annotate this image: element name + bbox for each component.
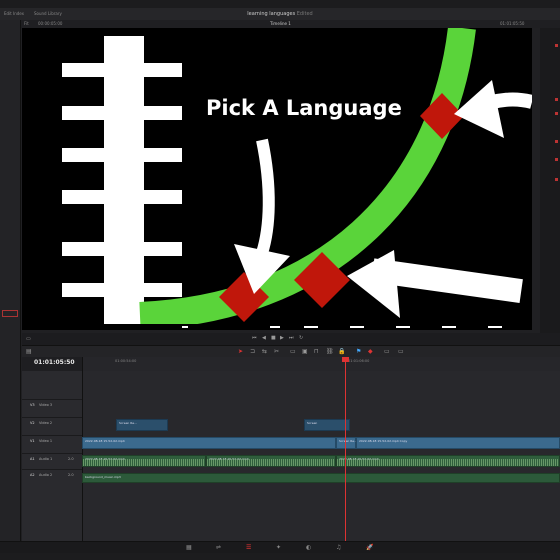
clip-a2[interactable]: background_music.mp3 (82, 473, 560, 483)
viewer-timecode: 01:01:05:50 (500, 21, 525, 26)
clip-a1[interactable]: 2022-08-18 15-52-02.mp4 (336, 455, 560, 467)
linked-selection-icon[interactable]: ⛓ (326, 348, 334, 355)
ruler-label: 01:01:06:00 (348, 359, 370, 363)
play-reverse-icon[interactable]: ◀ (262, 335, 266, 341)
zoom-in-icon[interactable]: ▭ (398, 348, 404, 355)
skip-back-icon[interactable]: ⏮ (252, 335, 257, 341)
transport-controls: ▭ ⏮ ◀ ■ ▶ ⏭ ↻ (22, 333, 560, 345)
trim-tool-icon[interactable]: ⊐ (250, 348, 255, 355)
clip-v1[interactable]: 2022-08-18 15-52-02.mp4 Copy (356, 437, 560, 449)
clip-area[interactable]: Screen Re… Screen 2022-08-18 15-52-02.mp… (82, 371, 560, 541)
overlay-title: Pick A Language (206, 96, 402, 120)
viewer-frame-graphic (22, 28, 532, 330)
track-header-v2[interactable]: V2 Video 2 (22, 417, 82, 436)
overwrite-clip-icon[interactable]: ▣ (302, 348, 308, 355)
playhead[interactable] (345, 357, 346, 541)
track-headers: V3 Video 3 V2 Video 2 V1 Video 1 A1 Audi… (22, 371, 83, 541)
clip-v1[interactable]: 2022-08-18 15-52-02.mp4 (82, 437, 336, 449)
clip-v2[interactable]: Screen Re… (116, 419, 168, 431)
track-header-v1[interactable]: V1 Video 1 (22, 435, 82, 454)
resolve-window: Edit Index Sound Library learning langua… (0, 8, 560, 553)
snapping-icon[interactable]: ⊓ (314, 348, 319, 355)
track-header-a2[interactable]: A2 Audio 2 2.0 (22, 469, 82, 486)
inspector-keyframe[interactable] (555, 158, 558, 161)
selection-tool-icon[interactable]: ➤ (238, 348, 243, 355)
dynamic-trim-icon[interactable]: ⇆ (262, 348, 267, 355)
timeline-area[interactable]: V3 Video 3 V2 Video 2 V1 Video 1 A1 Audi… (22, 371, 560, 541)
inspector-keyframe[interactable] (555, 112, 558, 115)
timeline-select[interactable]: Timeline 1 (270, 21, 291, 26)
deliver-page-icon[interactable]: 🚀 (366, 544, 373, 551)
ruler-label: 01:00:54:00 (115, 359, 137, 363)
clip-v2[interactable]: Screen (304, 419, 350, 431)
cut-page-icon[interactable]: ⇌ (216, 544, 221, 551)
inspector-keyframe[interactable] (555, 140, 558, 143)
track-header-a1[interactable]: A1 Audio 1 2.0 (22, 453, 82, 470)
media-pool-panel[interactable] (0, 20, 21, 552)
clip-a1[interactable]: 2022-08-18 15-52-02.mp4 (206, 455, 336, 467)
selected-bin[interactable] (2, 310, 18, 317)
viewer-options-icon[interactable]: ▭ (26, 336, 31, 342)
blade-tool-icon[interactable]: ✂ (274, 348, 279, 355)
timeline-timecode: 01:01:05:50 (34, 359, 75, 366)
timeline-header: 01:01:05:50 01:00:54:00 01:01:06:00 (22, 357, 560, 371)
clip-a1[interactable]: 2022-08-18 15-52-02.mp4 (82, 455, 206, 467)
page-navigation: ▦ ⇌ ☰ ✦ ◐ ♫ 🚀 (0, 541, 560, 553)
insert-clip-icon[interactable]: ▭ (290, 348, 296, 355)
media-page-icon[interactable]: ▦ (186, 544, 192, 551)
zoom-out-icon[interactable]: ▭ (384, 348, 390, 355)
edit-index-tab[interactable]: Edit Index (4, 11, 24, 16)
loop-icon[interactable]: ↻ (299, 335, 303, 341)
inspector-keyframe[interactable] (555, 44, 558, 47)
video-viewer[interactable]: Pick A Language (22, 28, 532, 330)
stop-icon[interactable]: ■ (271, 335, 276, 341)
project-title: learning languages Edited (247, 11, 313, 17)
play-icon[interactable]: ▶ (280, 335, 284, 341)
sound-library-tab[interactable]: Sound Library (34, 11, 62, 16)
source-timecode: 00:00:05:00 (38, 21, 63, 26)
marker-icon[interactable]: ◆ (368, 348, 373, 355)
position-lock-icon[interactable]: 🔒 (338, 348, 345, 355)
layout-icon[interactable]: ▤ (26, 348, 32, 355)
inspector-keyframe[interactable] (555, 178, 558, 181)
fusion-page-icon[interactable]: ✦ (276, 544, 281, 551)
skip-forward-icon[interactable]: ⏭ (289, 335, 294, 341)
edit-page-icon[interactable]: ☰ (246, 544, 251, 551)
inspector-keyframe[interactable] (555, 98, 558, 101)
color-page-icon[interactable]: ◐ (306, 544, 311, 551)
inspector-panel[interactable] (540, 28, 560, 338)
viewer-header: Fit 00:00:05:00 Timeline 1 01:01:05:50 (20, 20, 560, 28)
zoom-select[interactable]: Fit (24, 21, 29, 26)
track-header-v3[interactable]: V3 Video 3 (22, 399, 82, 418)
flag-icon[interactable]: ⚑ (356, 348, 361, 355)
fairlight-page-icon[interactable]: ♫ (336, 544, 341, 551)
timeline-ruler[interactable]: 01:00:54:00 01:01:06:00 (82, 357, 560, 371)
clip-v1[interactable]: Screen Re… (336, 437, 357, 449)
